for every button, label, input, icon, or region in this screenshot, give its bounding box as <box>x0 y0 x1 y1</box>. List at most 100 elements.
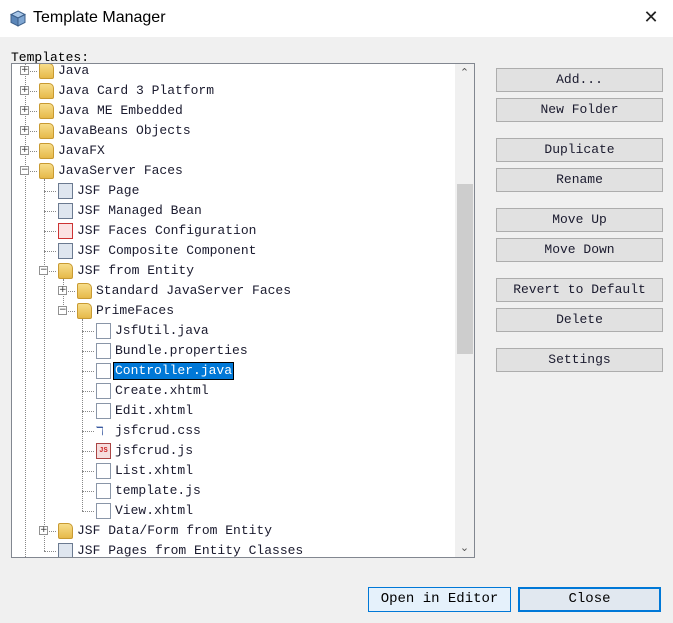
settings-button[interactable]: Settings <box>496 348 663 372</box>
expand-icon[interactable]: + <box>20 146 29 155</box>
close-window-icon[interactable]: ✕ <box>636 4 666 32</box>
tree-item[interactable]: + JavaBeans Objects <box>12 121 452 141</box>
tree-item-label: JSF Managed Bean <box>77 203 202 218</box>
revert-to-default-button[interactable]: Revert to Default <box>496 278 663 302</box>
file-icon <box>96 343 111 359</box>
new-folder-button[interactable]: New Folder <box>496 98 663 122</box>
tree-item-label: jsfcrud.css <box>115 423 201 438</box>
folder-icon <box>39 143 54 159</box>
tree-item[interactable]: JSF Managed Bean <box>12 201 452 221</box>
expand-icon[interactable]: + <box>39 526 48 535</box>
scroll-thumb[interactable] <box>457 184 473 354</box>
tree-item-label: jsfcrud.js <box>115 443 194 458</box>
window-title: Template Manager <box>33 9 166 26</box>
tree-connector <box>44 231 56 232</box>
jsf-config-icon <box>58 223 73 239</box>
tree-item[interactable]: − PrimeFaces <box>12 301 452 321</box>
tree-item[interactable]: + Standard JavaServer Faces <box>12 281 452 301</box>
jsf-page-icon <box>58 543 73 557</box>
folder-icon <box>77 303 92 319</box>
folder-icon <box>39 123 54 139</box>
tree-item-label: Java ME Embedded <box>58 103 183 118</box>
tree-item[interactable]: JS jsfcrud.js <box>12 441 452 461</box>
file-icon <box>96 363 111 379</box>
expand-icon[interactable]: + <box>20 106 29 115</box>
tree-item-label: PrimeFaces <box>96 303 175 318</box>
tree-connector <box>82 331 94 332</box>
tree-item[interactable]: JSF Pages from Entity Classes <box>12 541 452 558</box>
title-bar: Template Manager ✕ <box>0 0 673 37</box>
close-button[interactable]: Close <box>518 587 661 612</box>
tree-connector <box>82 371 94 372</box>
add-button[interactable]: Add... <box>496 68 663 92</box>
tree-connector <box>82 491 94 492</box>
tree-item[interactable]: List.xhtml <box>12 461 452 481</box>
tree-item-label: Create.xhtml <box>115 383 209 398</box>
tree-item[interactable]: Edit.xhtml <box>12 401 452 421</box>
tree-item-label: Java Card 3 Platform <box>58 83 215 98</box>
file-icon <box>96 463 111 479</box>
tree-item[interactable]: ℸ jsfcrud.css <box>12 421 452 441</box>
rename-button[interactable]: Rename <box>496 168 663 192</box>
tree-item-label: JavaFX <box>58 143 105 158</box>
move-up-button[interactable]: Move Up <box>496 208 663 232</box>
tree-connector <box>82 511 94 512</box>
tree-item[interactable]: View.xhtml <box>12 501 452 521</box>
tree-connector <box>82 451 94 452</box>
folder-icon <box>58 263 73 279</box>
tree-item[interactable]: + Java <box>12 64 452 81</box>
templates-tree[interactable]: JSF Pages from Entity Classes + JSF Data/F… <box>11 63 475 558</box>
tree-connector <box>82 471 94 472</box>
tree-item[interactable]: + JSF Data/Form from Entity <box>12 521 452 541</box>
collapse-icon[interactable]: − <box>20 166 29 175</box>
expand-icon[interactable]: + <box>58 286 67 295</box>
tree-item[interactable]: template.js <box>12 481 452 501</box>
file-icon <box>96 483 111 499</box>
move-down-button[interactable]: Move Down <box>496 238 663 262</box>
tree-connector <box>44 551 56 552</box>
tree-item-label: JSF Pages from Entity Classes <box>77 543 304 558</box>
tree-item[interactable]: − JavaServer Faces <box>12 161 452 181</box>
tree-item-label: Standard JavaServer Faces <box>96 283 292 298</box>
scroll-up-icon[interactable]: ⌃ <box>455 64 474 82</box>
file-icon <box>96 323 111 339</box>
tree-item[interactable]: JSF Composite Component <box>12 241 452 261</box>
collapse-icon[interactable]: − <box>58 306 67 315</box>
tree-connector <box>44 251 56 252</box>
tree-item[interactable]: Controller.java <box>12 361 452 381</box>
app-cube-icon <box>10 10 26 27</box>
expand-icon[interactable]: + <box>20 126 29 135</box>
tree-item[interactable]: + Java Card 3 Platform <box>12 81 452 101</box>
expand-icon[interactable]: + <box>20 86 29 95</box>
tree-connector <box>82 411 94 412</box>
tree-connector <box>44 211 56 212</box>
tree-item-label: template.js <box>115 483 201 498</box>
tree-item-label: JsfUtil.java <box>115 323 209 338</box>
tree-item[interactable]: Bundle.properties <box>12 341 452 361</box>
tree-item-label: JSF Page <box>77 183 140 198</box>
vertical-scrollbar[interactable]: ⌃ ⌄ <box>455 64 474 557</box>
tree-item[interactable]: + JavaFX <box>12 141 452 161</box>
tree-item[interactable]: − JSF from Entity <box>12 261 452 281</box>
folder-icon <box>39 83 54 99</box>
jsf-composite-icon <box>58 243 73 259</box>
tree-item[interactable]: + Java ME Embedded <box>12 101 452 121</box>
tree-item-label: Controller.java <box>112 362 235 380</box>
tree-item-label: JSF Faces Configuration <box>77 223 257 238</box>
scroll-down-icon[interactable]: ⌄ <box>455 539 474 557</box>
tree-item[interactable]: JSF Faces Configuration <box>12 221 452 241</box>
tree-item[interactable]: Create.xhtml <box>12 381 452 401</box>
folder-icon <box>39 103 54 119</box>
open-in-editor-button[interactable]: Open in Editor <box>368 587 511 612</box>
file-icon <box>96 503 111 519</box>
tree-item[interactable]: JsfUtil.java <box>12 321 452 341</box>
tree-item-label: JSF from Entity <box>77 263 195 278</box>
delete-button[interactable]: Delete <box>496 308 663 332</box>
tree-item-label: View.xhtml <box>115 503 194 518</box>
tree-connector <box>82 351 94 352</box>
tree-item[interactable]: JSF Page <box>12 181 452 201</box>
duplicate-button[interactable]: Duplicate <box>496 138 663 162</box>
tree-item-label: List.xhtml <box>115 463 194 478</box>
collapse-icon[interactable]: − <box>39 266 48 275</box>
expand-icon[interactable]: + <box>20 66 29 75</box>
